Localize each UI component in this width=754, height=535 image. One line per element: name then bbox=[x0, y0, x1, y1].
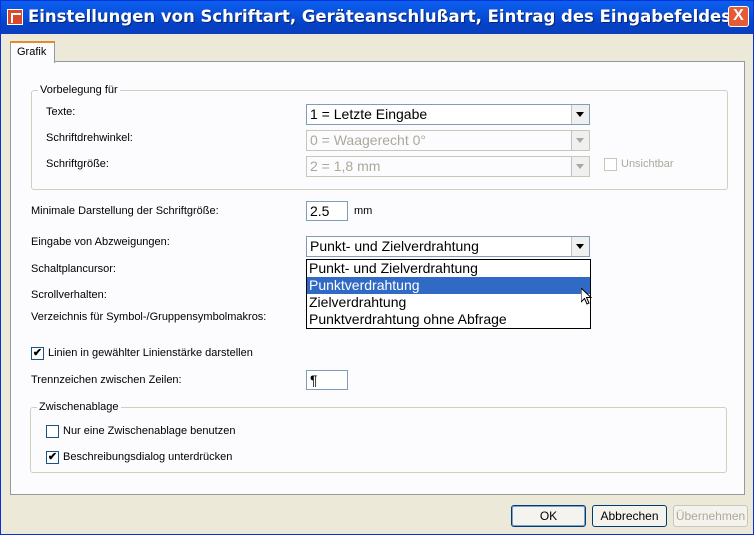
app-icon bbox=[7, 9, 23, 25]
min-size-label: Minimale Darstellung der Schriftgröße: bbox=[31, 205, 219, 217]
tab-grafik[interactable]: Grafik bbox=[10, 41, 55, 63]
verzeichnis-label: Verzeichnis für Symbol-/Gruppensymbolmak… bbox=[31, 311, 267, 323]
trennzeichen-label: Trennzeichen zwischen Zeilen: bbox=[31, 374, 182, 386]
schaltplancursor-label: Schaltplancursor: bbox=[31, 263, 116, 275]
vorbelegung-group-label: Vorbelegung für bbox=[38, 84, 120, 96]
window-title: Einstellungen von Schriftart, Geräteansc… bbox=[28, 7, 732, 26]
nur-eine-checkbox[interactable] bbox=[46, 425, 59, 438]
unsichtbar-label: Unsichtbar bbox=[621, 158, 674, 170]
nur-eine-label: Nur eine Zwischenablage benutzen bbox=[63, 425, 236, 437]
zwischenablage-group-label: Zwischenablage bbox=[37, 401, 121, 413]
schriftgroesse-value: 2 = 1,8 mm bbox=[310, 158, 381, 174]
beschreibung-label: Beschreibungsdialog unterdrücken bbox=[63, 451, 233, 463]
dropdown-option-punkt[interactable]: Punktverdrahtung bbox=[307, 277, 590, 294]
chevron-down-icon[interactable] bbox=[571, 237, 589, 256]
schriftdrehwinkel-value: 0 = Waagerecht 0° bbox=[310, 132, 426, 148]
close-button[interactable]: X bbox=[728, 6, 749, 27]
dropdown-option-ziel[interactable]: Zielverdrahtung bbox=[307, 294, 590, 311]
scrollverhalten-label: Scrollverhalten: bbox=[31, 289, 107, 301]
dialog-window: Einstellungen von Schriftart, Geräteansc… bbox=[0, 0, 754, 535]
title-bar[interactable]: Einstellungen von Schriftart, Geräteansc… bbox=[1, 1, 753, 34]
schriftdrehwinkel-combobox: 0 = Waagerecht 0° bbox=[306, 130, 590, 151]
beschreibung-checkbox[interactable]: ✔ bbox=[46, 451, 59, 464]
dropdown-option-punkt-ohne-abfrage[interactable]: Punktverdrahtung ohne Abfrage bbox=[307, 311, 590, 328]
min-size-input[interactable]: 2.5 bbox=[306, 201, 348, 221]
schriftdrehwinkel-label: Schriftdrehwinkel: bbox=[46, 132, 133, 144]
abzweigungen-dropdown-list: Punkt- und Zielverdrahtung Punktverdraht… bbox=[306, 259, 591, 329]
ok-button[interactable]: OK bbox=[511, 505, 586, 527]
mouse-cursor-icon bbox=[581, 288, 593, 305]
abzweigungen-value: Punkt- und Zielverdrahtung bbox=[310, 238, 479, 254]
texte-combobox[interactable]: 1 = Letzte Eingabe bbox=[306, 104, 590, 125]
abzweigungen-label: Eingabe von Abzweigungen: bbox=[31, 236, 170, 248]
schriftgroesse-label: Schriftgröße: bbox=[46, 158, 109, 170]
texte-value: 1 = Letzte Eingabe bbox=[310, 106, 428, 122]
min-size-unit: mm bbox=[354, 205, 373, 217]
abzweigungen-combobox[interactable]: Punkt- und Zielverdrahtung bbox=[306, 236, 590, 257]
cancel-button[interactable]: Abbrechen bbox=[592, 505, 667, 527]
unsichtbar-checkbox bbox=[604, 158, 617, 171]
apply-button: Übernehmen bbox=[673, 505, 748, 527]
chevron-down-icon bbox=[571, 157, 589, 176]
schriftgroesse-combobox: 2 = 1,8 mm bbox=[306, 156, 590, 177]
trennzeichen-input[interactable]: ¶ bbox=[306, 370, 348, 390]
linien-label: Linien in gewählter Linienstärke darstel… bbox=[48, 347, 253, 359]
chevron-down-icon bbox=[571, 131, 589, 150]
linien-checkbox[interactable]: ✔ bbox=[31, 347, 44, 360]
chevron-down-icon[interactable] bbox=[571, 105, 589, 124]
texte-label: Texte: bbox=[46, 106, 76, 118]
zwischenablage-group bbox=[30, 407, 727, 473]
dropdown-option-punkt-ziel[interactable]: Punkt- und Zielverdrahtung bbox=[307, 260, 590, 277]
